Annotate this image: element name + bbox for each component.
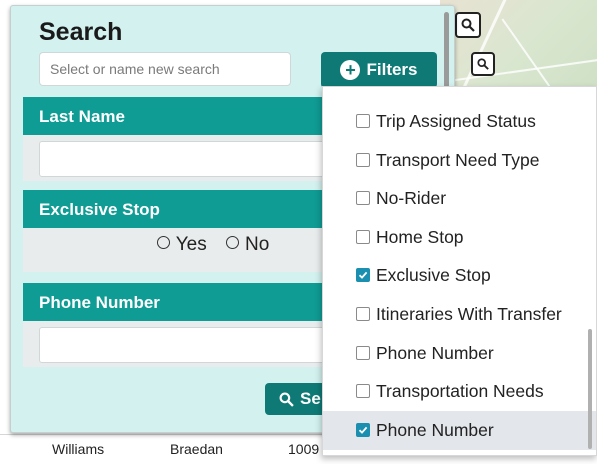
- cell-id: 1009: [288, 441, 320, 457]
- panel-title: Search: [39, 18, 123, 46]
- menu-item[interactable]: Trip Assigned Status: [323, 102, 596, 141]
- menu-item[interactable]: Phone Number: [323, 411, 596, 450]
- checkbox-icon: [356, 230, 370, 245]
- filters-label: Filters: [366, 60, 418, 79]
- menu-item[interactable]: Home Stop: [323, 218, 596, 257]
- checkbox-icon: [356, 114, 370, 129]
- map-search-icon[interactable]: [471, 52, 495, 76]
- map-search-icon[interactable]: [455, 12, 481, 38]
- menu-item[interactable]: No-Rider: [323, 179, 596, 218]
- filter-menu: Trip Assigned Status Transport Need Type…: [322, 86, 597, 456]
- menu-item[interactable]: Exclusive Stop: [323, 256, 596, 295]
- search-button-label: Se: [300, 389, 321, 408]
- cell-first-name: Braedan: [170, 441, 223, 457]
- panel-scrollbar[interactable]: [444, 12, 449, 92]
- search-icon: [279, 392, 294, 407]
- menu-item[interactable]: Transport Need Type: [323, 141, 596, 180]
- plus-circle-icon: +: [340, 60, 361, 80]
- checkbox-icon: [356, 307, 370, 322]
- menu-item[interactable]: Itineraries With Transfer: [323, 295, 596, 334]
- filters-button[interactable]: + Filters: [321, 52, 437, 88]
- checkbox-icon: [356, 191, 370, 206]
- radio-no[interactable]: No: [225, 234, 269, 255]
- checkbox-icon: [356, 153, 370, 168]
- checkbox-icon: [356, 384, 370, 399]
- checkbox-icon: [356, 346, 370, 361]
- search-input[interactable]: [39, 52, 291, 86]
- checkbox-icon: [356, 423, 370, 438]
- menu-scrollbar[interactable]: [588, 329, 592, 449]
- checkbox-icon: [356, 268, 370, 283]
- menu-item[interactable]: Phone Number: [323, 334, 596, 373]
- cell-last-name: Williams: [52, 441, 105, 457]
- radio-yes[interactable]: Yes: [156, 234, 207, 255]
- menu-item[interactable]: Transportation Needs: [323, 372, 596, 411]
